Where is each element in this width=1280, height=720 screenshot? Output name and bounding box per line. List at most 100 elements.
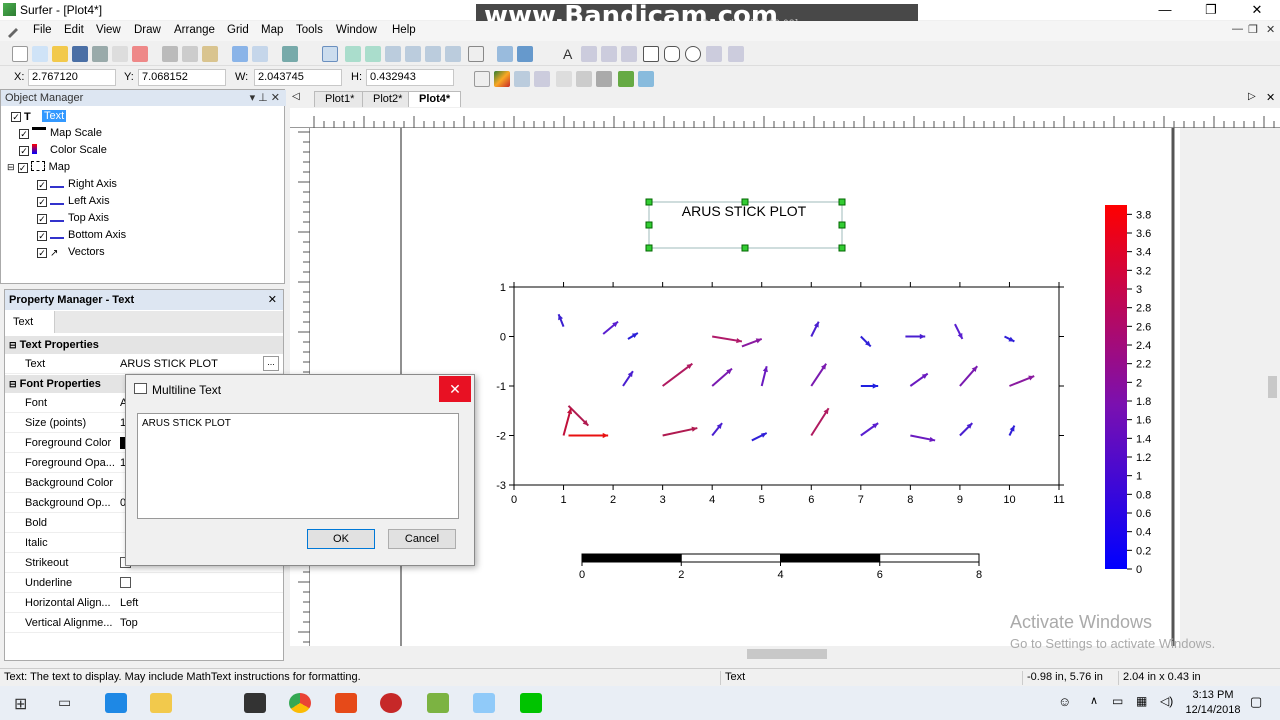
edge-browser-icon[interactable] (105, 693, 127, 713)
tree-item-left-axis[interactable]: ✓ Left Axis (37, 195, 110, 211)
vertical-scroll-thumb[interactable] (1268, 376, 1277, 398)
copy-icon[interactable] (182, 46, 198, 62)
new-plot-icon[interactable] (32, 46, 48, 62)
tab-text[interactable]: Text (5, 311, 55, 333)
text-property-row[interactable]: Text ARUS STICK PLOT ... (5, 354, 283, 374)
tree-item-vectors[interactable]: ✓ ↗ Vectors (37, 246, 105, 262)
grid-node-icon[interactable] (514, 71, 530, 87)
menu-view[interactable]: View (96, 24, 121, 36)
dialog-close-button[interactable]: ✕ (439, 376, 471, 402)
zoom-rect-icon[interactable] (385, 46, 401, 62)
help-icon[interactable] (282, 46, 298, 62)
w-field[interactable]: 2.043745 (254, 69, 342, 86)
vertical-align-row[interactable]: Vertical Alignme... Top (5, 613, 283, 633)
menu-window[interactable]: Window (336, 24, 377, 36)
horizontal-align-row[interactable]: Horizontal Align... Left (5, 593, 283, 613)
symbol-tool-icon[interactable] (621, 46, 637, 62)
start-windows-icon[interactable]: ⊞ (14, 694, 27, 714)
new-icon[interactable] (12, 46, 28, 62)
cut-icon[interactable] (162, 46, 178, 62)
text-properties-section[interactable]: ⊟ Text Properties (5, 336, 283, 354)
checkbox-icon[interactable]: ✓ (37, 248, 47, 258)
tab-scroll-right-icon[interactable]: ▷ (1248, 91, 1256, 102)
checkbox-icon[interactable]: ✓ (19, 129, 29, 139)
network-icon[interactable]: ▦ (1136, 694, 1147, 708)
checkbox-icon[interactable]: ✓ (19, 146, 29, 156)
battery-icon[interactable]: ▭ (1112, 694, 1123, 708)
zoom-in-icon[interactable] (345, 46, 361, 62)
close-button[interactable]: ✕ (1234, 0, 1280, 20)
zoom-fit-icon[interactable] (425, 46, 441, 62)
minimize-button[interactable]: — (1142, 0, 1188, 20)
polyline-tool-icon[interactable] (601, 46, 617, 62)
open-icon[interactable] (52, 46, 68, 62)
select-tool-icon[interactable] (322, 46, 338, 62)
underline-row[interactable]: Underline (5, 573, 283, 593)
layer-icon[interactable] (596, 71, 612, 87)
print-preview-icon[interactable] (132, 46, 148, 62)
multiline-text-input[interactable] (137, 413, 459, 519)
menu-edit[interactable]: Edit (64, 24, 84, 36)
pan-icon[interactable] (468, 46, 484, 62)
maximize-button[interactable]: ❐ (1188, 0, 1234, 20)
tree-item-text[interactable]: ✓ T Text (11, 110, 67, 126)
menu-help[interactable]: Help (392, 24, 416, 36)
checkbox-icon[interactable]: ✓ (37, 214, 47, 224)
spline-tool-icon[interactable] (706, 46, 722, 62)
tree-item-top-axis[interactable]: ✓ Top Axis (37, 212, 109, 228)
chrome-icon[interactable] (289, 693, 311, 713)
mail-icon[interactable] (244, 693, 266, 713)
checkbox-icon[interactable]: ✓ (11, 112, 21, 122)
colormap-icon[interactable] (494, 71, 510, 87)
horizontal-scroll-thumb[interactable] (747, 649, 827, 659)
rectangle-tool-icon[interactable] (643, 46, 659, 62)
ellipsis-button[interactable]: ... (263, 356, 279, 371)
bandicam-icon[interactable] (380, 693, 402, 713)
tree-item-bottom-axis[interactable]: ✓ Bottom Axis (37, 229, 126, 245)
menu-file[interactable]: File (33, 24, 52, 36)
save-icon[interactable] (72, 46, 88, 62)
zoom-page-icon[interactable] (405, 46, 421, 62)
checkbox-icon[interactable]: ✓ (37, 197, 47, 207)
underline-checkbox[interactable] (120, 577, 131, 588)
mdi-restore-button[interactable]: ❐ (1248, 23, 1258, 36)
pdf-icon[interactable] (335, 693, 357, 713)
mdi-minimize-button[interactable]: — (1232, 23, 1243, 35)
mdi-close-button[interactable]: ✕ (1266, 23, 1275, 36)
cancel-button[interactable]: Cancel (388, 529, 456, 549)
surfer-taskbar-icon[interactable] (427, 693, 449, 713)
vertical-scrollbar[interactable] (1265, 128, 1280, 646)
menu-draw[interactable]: Draw (134, 24, 161, 36)
volume-icon[interactable]: ◁) (1160, 694, 1173, 708)
zoom-selected-icon[interactable] (445, 46, 461, 62)
line-app-icon[interactable] (520, 693, 542, 713)
ok-button[interactable]: OK (307, 529, 375, 549)
ellipse-tool-icon[interactable] (685, 46, 701, 62)
tree-item-map[interactable]: ⊟ ✓ Map (7, 161, 70, 177)
redo-icon[interactable] (252, 46, 268, 62)
h-field[interactable]: 0.432943 (366, 69, 454, 86)
tab-scroll-left-icon[interactable]: ◁ (292, 91, 300, 102)
file-explorer-icon[interactable] (150, 693, 172, 713)
zoom-out-icon[interactable] (365, 46, 381, 62)
menu-tools[interactable]: Tools (296, 24, 323, 36)
list-icon[interactable] (534, 71, 550, 87)
panel-close-icon[interactable]: ▾ ⊥ ✕ (250, 91, 280, 104)
tree-item-map-scale[interactable]: ✓ Map Scale (19, 127, 102, 143)
text-tool-icon[interactable]: A (563, 46, 572, 62)
tab-close-icon[interactable]: ✕ (1266, 91, 1275, 104)
tab-plot4[interactable]: Plot4* (408, 91, 462, 107)
checkbox-icon[interactable]: ✓ (17, 163, 28, 173)
checkbox-icon[interactable]: ✓ (37, 231, 47, 241)
print-icon[interactable] (92, 46, 108, 62)
rotate-icon[interactable] (497, 46, 513, 62)
surface-icon[interactable] (618, 71, 634, 87)
tray-chevron-icon[interactable]: ∧ (1090, 694, 1098, 707)
tree-item-right-axis[interactable]: ✓ Right Axis (37, 178, 117, 194)
menu-arrange[interactable]: Arrange (174, 24, 215, 36)
notifications-icon[interactable]: ▢ (1250, 694, 1262, 710)
rounded-rect-tool-icon[interactable] (664, 46, 680, 62)
clock-time[interactable]: 3:13 PM (1183, 689, 1243, 701)
refresh-icon[interactable] (517, 46, 533, 62)
export-icon[interactable] (112, 46, 128, 62)
